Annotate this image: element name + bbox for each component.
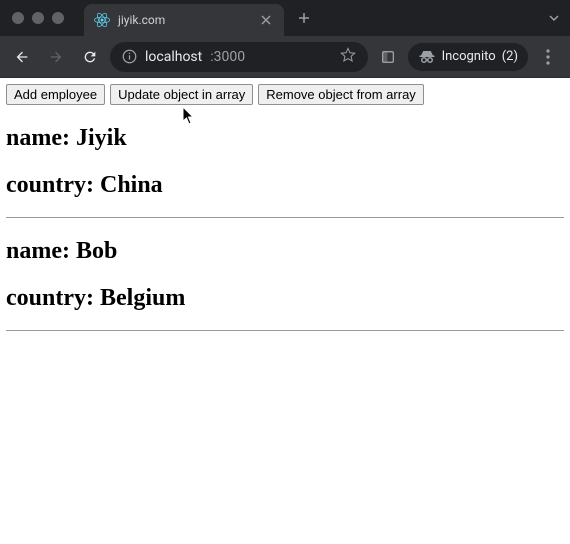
employee-block: name: Bob country: Belgium — [6, 238, 564, 331]
window-close[interactable] — [12, 12, 24, 24]
react-favicon-icon — [94, 12, 110, 28]
tab-active[interactable]: jiyik.com — [84, 4, 284, 36]
window-controls — [0, 12, 76, 24]
employee-country: country: China — [6, 172, 564, 199]
forward-button[interactable] — [42, 43, 70, 71]
url-port: :3000 — [210, 49, 245, 65]
tab-list-dropdown-icon[interactable] — [548, 9, 560, 28]
tabs-container: jiyik.com — [84, 0, 318, 36]
address-bar[interactable]: localhost :3000 — [110, 42, 368, 72]
remove-object-button[interactable]: Remove object from array — [258, 84, 424, 105]
tab-strip: jiyik.com — [0, 0, 570, 36]
bookmark-star-icon[interactable] — [340, 47, 356, 67]
site-info-icon[interactable] — [122, 49, 137, 64]
employee-block: name: Jiyik country: China — [6, 125, 564, 218]
toolbar: localhost :3000 Incognito (2) — [0, 36, 570, 78]
divider — [6, 217, 564, 218]
divider — [6, 330, 564, 331]
tab-close-icon[interactable] — [258, 12, 274, 28]
incognito-count: (2) — [502, 49, 518, 64]
add-employee-button[interactable]: Add employee — [6, 84, 105, 105]
incognito-label: Incognito — [442, 49, 496, 64]
employee-name: name: Jiyik — [6, 125, 564, 152]
incognito-indicator[interactable]: Incognito (2) — [408, 43, 528, 71]
tab-title: jiyik.com — [118, 13, 250, 27]
browser-menu-icon[interactable] — [534, 43, 562, 71]
window-minimize[interactable] — [32, 12, 44, 24]
employee-name: name: Bob — [6, 238, 564, 265]
new-tab-button[interactable] — [290, 4, 318, 32]
url-host: localhost — [145, 49, 202, 65]
reload-button[interactable] — [76, 43, 104, 71]
mouse-cursor-icon — [182, 106, 196, 126]
reading-list-icon[interactable] — [374, 43, 402, 71]
employee-country: country: Belgium — [6, 285, 564, 312]
window-maximize[interactable] — [52, 12, 64, 24]
incognito-icon — [418, 48, 436, 66]
back-button[interactable] — [8, 43, 36, 71]
page-content: Add employee Update object in array Remo… — [0, 78, 570, 337]
update-object-button[interactable]: Update object in array — [110, 84, 253, 105]
